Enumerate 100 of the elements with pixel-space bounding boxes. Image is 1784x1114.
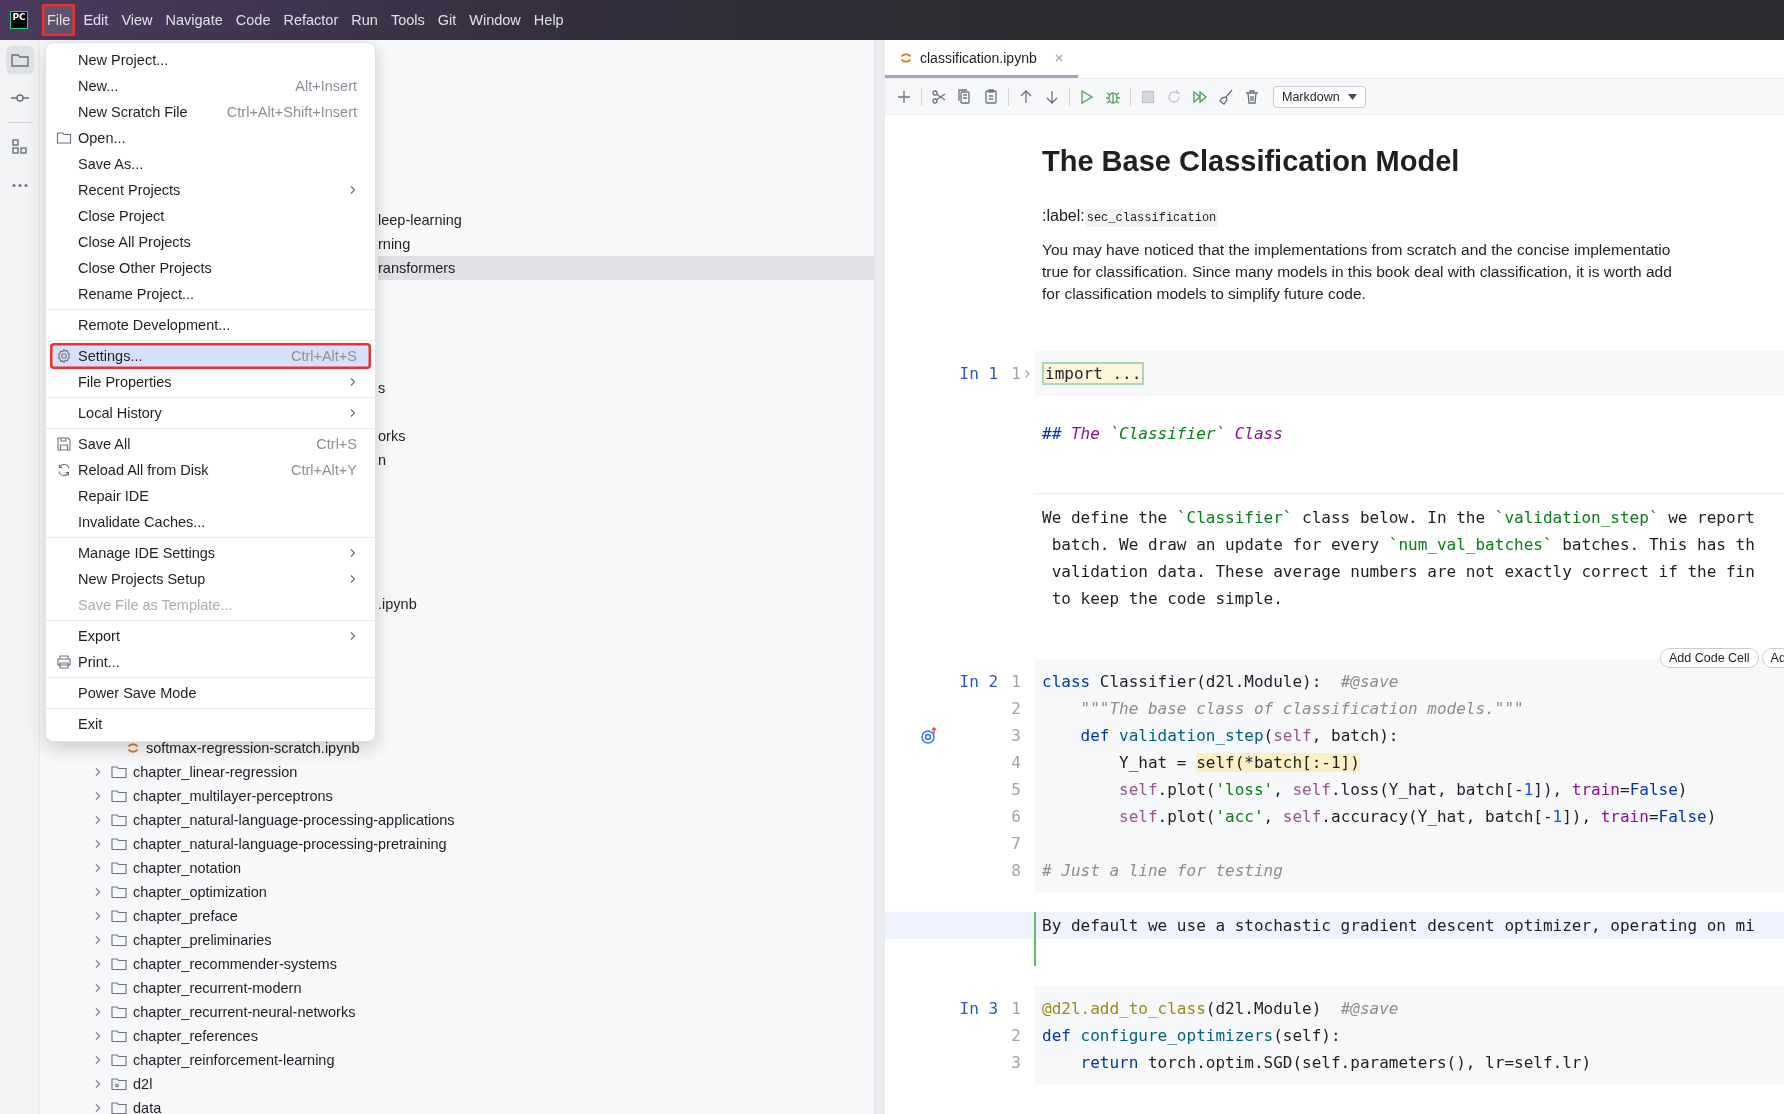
code-line: def configure_optimizers(self): xyxy=(1042,1025,1342,1047)
broom-icon[interactable] xyxy=(1217,87,1235,106)
line-number: 5 xyxy=(1010,780,1021,799)
chevron-right-icon xyxy=(349,377,357,387)
tree-item[interactable]: chapter_references xyxy=(40,1024,874,1048)
menu-item[interactable]: Tools xyxy=(385,4,430,36)
menu-item[interactable]: Window xyxy=(464,4,526,36)
menu-item[interactable]: Exit xyxy=(50,711,371,737)
menu-item[interactable]: Navigate xyxy=(160,4,228,36)
menu-item[interactable]: New Projects Setup xyxy=(50,566,371,592)
menu-item[interactable]: Recent Projects xyxy=(50,177,371,203)
chevron-right-icon[interactable] xyxy=(93,863,103,873)
cell-type-dropdown[interactable]: Markdown xyxy=(1273,85,1366,108)
target-icon[interactable] xyxy=(920,726,938,745)
folder-icon xyxy=(111,933,127,947)
tree-item[interactable]: chapter_preliminaries xyxy=(40,928,874,952)
tree-item[interactable]: chapter_multilayer-perceptrons xyxy=(40,784,874,808)
tree-item[interactable]: chapter_natural-language-processing-applications xyxy=(40,808,874,832)
menu-item[interactable]: Close Other Projects xyxy=(50,255,371,281)
menu-item[interactable]: New... Alt+Insert xyxy=(50,73,371,99)
tree-item[interactable]: chapter_recurrent-modern xyxy=(40,976,874,1000)
menu-item[interactable]: Close All Projects xyxy=(50,229,371,255)
tree-item[interactable]: .ipynb xyxy=(378,592,874,616)
chevron-right-icon[interactable] xyxy=(93,1103,103,1113)
tree-item[interactable]: leep-learning xyxy=(378,208,874,232)
menu-item[interactable]: View xyxy=(116,4,158,36)
chevron-right-icon[interactable] xyxy=(93,1007,103,1017)
tree-item[interactable]: chapter_recurrent-neural-networks xyxy=(40,1000,874,1024)
markdown-line: validation data. These average numbers are not exactly correct if the fin xyxy=(1050,561,1756,583)
tree-item[interactable]: ransformers xyxy=(378,256,874,280)
menu-item[interactable]: File xyxy=(42,4,76,36)
fold-chevron-icon[interactable] xyxy=(1024,368,1031,379)
tree-item[interactable]: n xyxy=(378,448,874,472)
code-line: @d2l.add_to_class(d2l.Module) #@save xyxy=(1042,998,1400,1020)
chevron-right-icon[interactable] xyxy=(93,887,103,897)
menu-item[interactable]: Export xyxy=(50,623,371,649)
tree-item[interactable]: orks xyxy=(378,424,874,448)
tree-item[interactable]: s xyxy=(378,376,874,400)
tree-item[interactable]: chapter_notation xyxy=(40,856,874,880)
chevron-right-icon[interactable] xyxy=(93,1079,103,1089)
code-line: # Just a line for testing xyxy=(1042,860,1284,882)
menu-item[interactable]: New Scratch File Ctrl+Alt+Shift+Insert xyxy=(50,99,371,125)
menu-item[interactable]: Power Save Mode xyxy=(50,680,371,706)
trash-icon[interactable] xyxy=(1243,87,1261,106)
tree-item[interactable]: chapter_natural-language-processing-pretraining xyxy=(40,832,874,856)
menu-item[interactable]: Open... xyxy=(50,125,371,151)
menu-item[interactable]: Save All Ctrl+S xyxy=(50,431,371,457)
folder-icon xyxy=(111,789,127,803)
save-icon xyxy=(56,436,72,452)
menu-item[interactable]: Run xyxy=(346,4,383,36)
chevron-right-icon[interactable] xyxy=(93,1031,103,1041)
menu-item[interactable]: Repair IDE xyxy=(50,483,371,509)
menu-item[interactable]: Git xyxy=(432,4,462,36)
menu-item[interactable]: Refactor xyxy=(278,4,344,36)
markdown-line: batch. We draw an update for every `num_val_batches` batches. This has th xyxy=(1050,534,1756,556)
chevron-right-icon[interactable] xyxy=(93,983,103,993)
menu-item[interactable]: Edit xyxy=(78,4,114,36)
line-number: 3 xyxy=(1010,726,1021,745)
menu-item[interactable]: File Properties xyxy=(50,369,371,395)
menu-item[interactable]: Rename Project... xyxy=(50,281,371,307)
chevron-right-icon[interactable] xyxy=(93,791,103,801)
menu-item[interactable]: New Project... xyxy=(50,47,371,73)
clipboard-icon[interactable] xyxy=(982,87,1000,106)
tree-item[interactable]: chapter_recommender-systems xyxy=(40,952,874,976)
tool-window-button[interactable] xyxy=(5,46,34,74)
menu-item[interactable]: Reload All from Disk Ctrl+Alt+Y xyxy=(50,457,371,483)
tree-item[interactable]: rning xyxy=(378,232,874,256)
structure-icon xyxy=(9,137,30,157)
menu-item[interactable]: Code xyxy=(230,4,276,36)
menu-item[interactable]: Manage IDE Settings xyxy=(50,540,371,566)
tree-item[interactable]: chapter_reinforcement-learning xyxy=(40,1048,874,1072)
tree-item[interactable]: chapter_preface xyxy=(40,904,874,928)
menu-item[interactable]: Close Project xyxy=(50,203,371,229)
line-number: 3 xyxy=(1010,1053,1021,1072)
markdown-line[interactable]: By default we use a stochastic gradient descent optimizer, operating on mi xyxy=(1034,912,1784,939)
menu-item[interactable]: Remote Development... xyxy=(50,312,371,338)
menu-item[interactable]: Save As... xyxy=(50,151,371,177)
printer-icon xyxy=(56,654,72,670)
menu-item[interactable]: Print... xyxy=(50,649,371,675)
tree-item[interactable]: data xyxy=(40,1096,874,1114)
tree-item[interactable]: softmax-regression-scratch.ipynb xyxy=(40,736,874,760)
menu-item[interactable]: Invalidate Caches... xyxy=(50,509,371,535)
chevron-right-icon[interactable] xyxy=(93,935,103,945)
chevron-right-icon[interactable] xyxy=(93,1055,103,1065)
menu-item[interactable]: Settings... Ctrl+Alt+S xyxy=(50,343,371,369)
tree-item[interactable]: d2l xyxy=(40,1072,874,1096)
line-number: 1 xyxy=(1010,364,1021,383)
tree-item[interactable]: chapter_linear-regression xyxy=(40,760,874,784)
close-icon[interactable] xyxy=(1053,52,1064,63)
chevron-right-icon[interactable] xyxy=(93,815,103,825)
chevron-right-icon[interactable] xyxy=(93,839,103,849)
menu-item[interactable]: Help xyxy=(528,4,569,36)
package-folder-icon xyxy=(111,1077,127,1091)
scissors-icon[interactable] xyxy=(930,87,948,106)
chevron-right-icon[interactable] xyxy=(93,767,103,777)
add-code-cell-button[interactable]: Add Code Cell xyxy=(1660,648,1759,668)
chevron-right-icon[interactable] xyxy=(93,911,103,921)
tree-item[interactable]: chapter_optimization xyxy=(40,880,874,904)
chevron-right-icon[interactable] xyxy=(93,959,103,969)
menu-item[interactable]: Local History xyxy=(50,400,371,426)
